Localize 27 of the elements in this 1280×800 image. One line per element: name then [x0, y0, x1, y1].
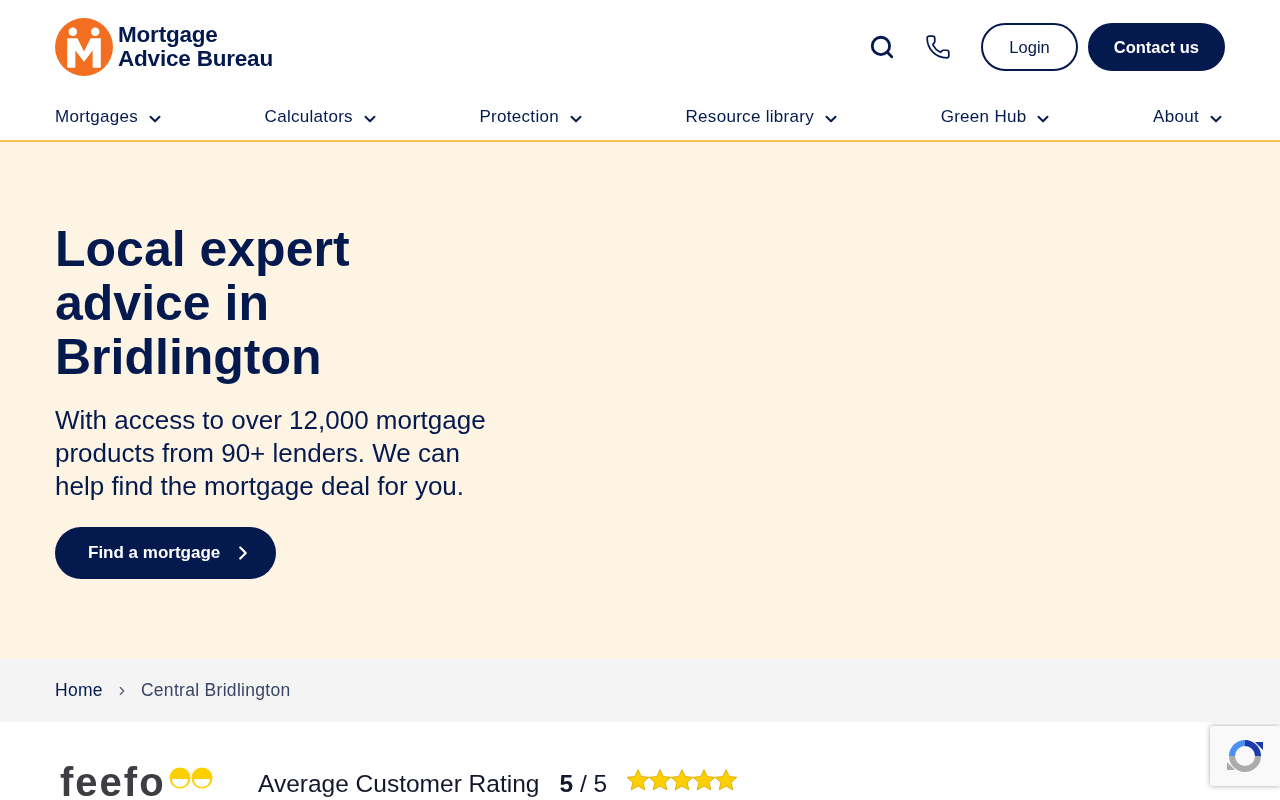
star-icon — [715, 769, 738, 791]
circular-arrows-icon[interactable] — [1210, 726, 1280, 786]
rating-score: 5 / 5 — [559, 770, 608, 798]
find-mortgage-button[interactable]: Find a mortgage — [55, 527, 277, 579]
logo-icon — [55, 18, 113, 76]
feefo-logo-text: feefo — [60, 766, 166, 798]
nav-menu-item[interactable]: Resource library — [685, 105, 841, 128]
eyes-icon — [168, 767, 213, 789]
contact-button[interactable]: Contact us — [1087, 23, 1225, 71]
search-icon[interactable] — [869, 34, 896, 60]
logo-wordmark: Mortgage Advice Bureau — [118, 23, 273, 71]
phone-icon[interactable] — [925, 34, 952, 60]
star-icon — [627, 769, 650, 791]
nav-menu-item[interactable]: Mortgages — [55, 105, 165, 128]
breadcrumb-link[interactable]: Home — [55, 680, 103, 701]
nav-menu-item[interactable]: Calculators — [264, 105, 379, 128]
login-button[interactable]: Login — [981, 23, 1078, 71]
rating-label: Average Customer Rating — [258, 770, 540, 798]
star-icon — [671, 769, 694, 791]
nav-menu-item[interactable]: Protection — [479, 105, 585, 128]
hero-heading: Local expert advice in Bridlington — [55, 222, 351, 384]
nav-menu-item[interactable]: Green Hub — [940, 105, 1053, 128]
star-icon — [649, 769, 672, 791]
nav-menu-item[interactable]: About — [1153, 105, 1225, 128]
star-icon — [693, 769, 716, 791]
hero-text: With access to over 12,000 mortgage products from 90+ lenders. We can help find the mortgage deal for you. — [55, 404, 487, 503]
current-page-label: Central Bridlington — [140, 680, 291, 701]
